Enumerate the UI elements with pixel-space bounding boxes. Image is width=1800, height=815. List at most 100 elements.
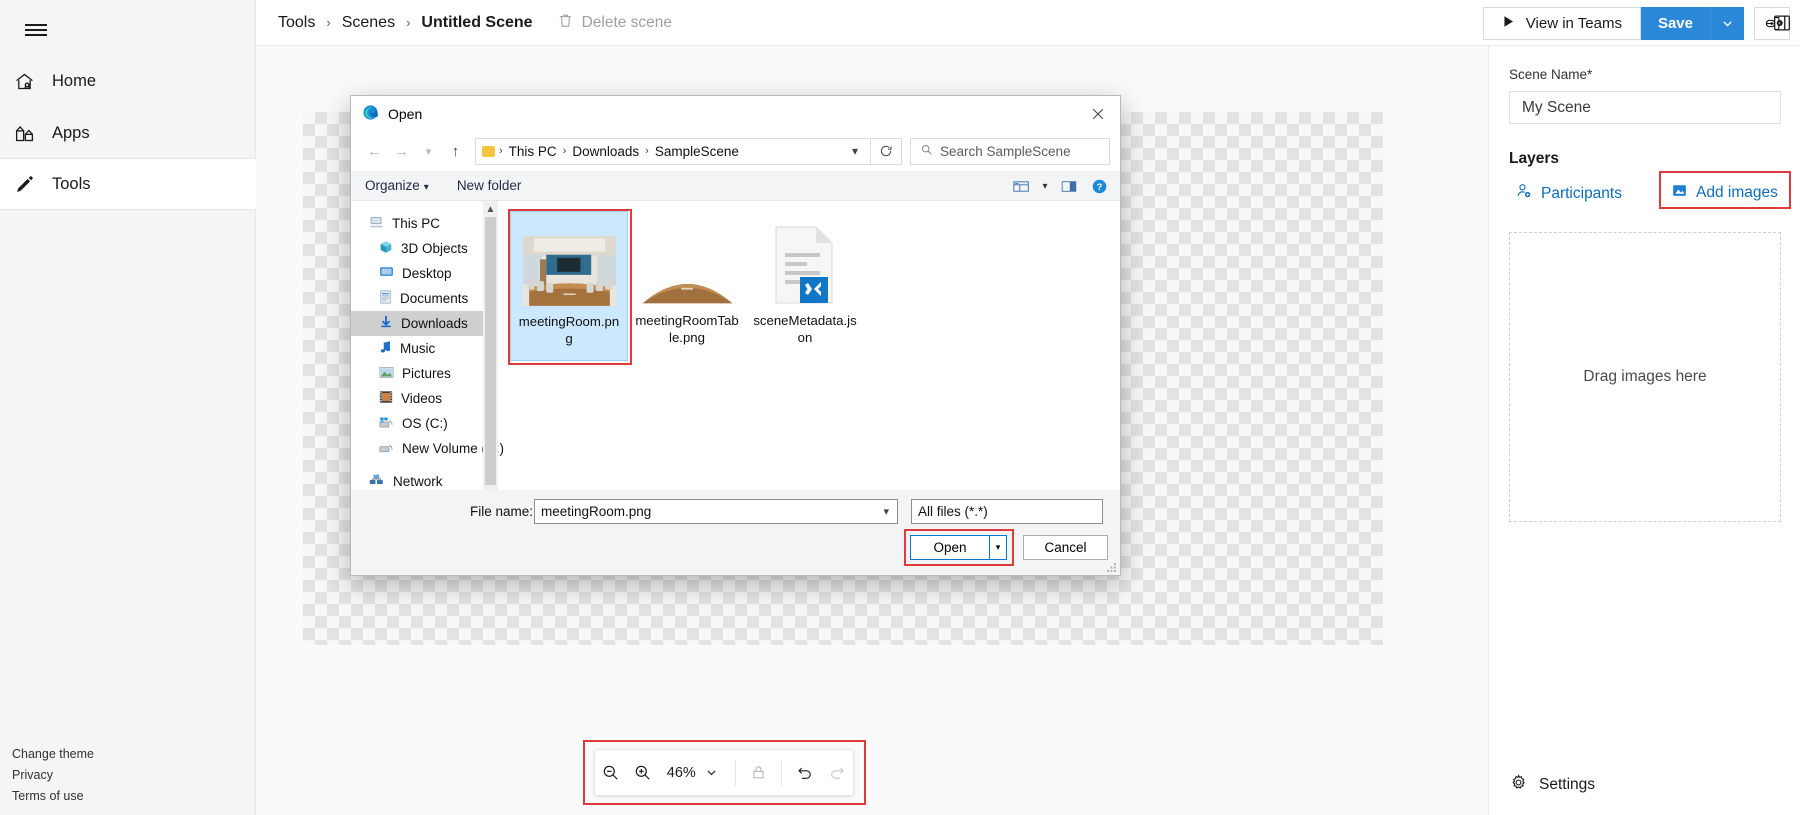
scroll-up-icon[interactable]: ▲ [486,201,496,217]
terms-of-use-link[interactable]: Terms of use [12,786,94,807]
layers-actions: Participants Add images [1489,178,1800,214]
image-dropzone[interactable]: Drag images here [1509,232,1781,522]
view-in-teams-button[interactable]: View in Teams [1483,7,1641,40]
view-chevron-down-icon[interactable]: ▾ [1038,174,1052,198]
drive-icon [379,441,394,457]
tree-item-downloads[interactable]: Downloads [351,311,498,336]
open-dropdown-caret-icon[interactable]: ▾ [990,535,1007,560]
file-item-meetingroomtable-png[interactable]: meetingRoomTable.png [628,211,746,361]
breadcrumb-scenes[interactable]: Scenes [342,14,395,32]
tree-item-desktop[interactable]: Desktop [351,261,498,286]
cancel-button[interactable]: Cancel [1023,535,1108,560]
tree-item-music[interactable]: Music [351,336,498,361]
view-layout-icon[interactable] [1008,174,1034,198]
this-pc-icon [369,215,384,232]
file-type-select[interactable]: All files (*.*) [911,499,1103,524]
tree-item-label: Desktop [402,266,452,281]
right-panel: Scene Name* Layers Participants [1488,46,1800,815]
top-bar-actions: View in Teams Save [1483,0,1800,46]
arrow-left-icon[interactable]: ← [361,138,388,165]
folder-icon [482,146,495,157]
preview-pane-icon[interactable] [1056,174,1082,198]
file-type-value: All files (*.*) [918,504,988,519]
search-input[interactable]: Search SampleScene [910,138,1110,165]
search-placeholder: Search SampleScene [940,144,1071,159]
add-images-button[interactable]: Add images [1671,182,1778,204]
privacy-link[interactable]: Privacy [12,765,94,786]
redo-icon[interactable] [821,754,853,792]
sidebar-item-tools[interactable]: Tools [0,158,256,210]
tree-item-label: This PC [392,216,440,231]
tree-item-label: Documents [400,291,468,306]
add-images-label: Add images [1696,184,1778,202]
address-bar[interactable]: › This PC › Downloads › SampleScene ▾ [475,138,871,165]
file-name-label: meetingRoom.png [516,313,622,347]
save-dropdown-chevron-down-icon[interactable] [1710,7,1744,40]
dropzone-label: Drag images here [1583,368,1706,386]
file-item-meetingroom-png[interactable]: meetingRoom.png [510,211,628,361]
sidebar-item-apps[interactable]: Apps [0,107,256,159]
undo-icon[interactable] [789,754,821,792]
toolbar-divider [781,760,782,786]
address-segment-this-pc[interactable]: This PC [509,144,557,159]
participants-button[interactable]: Participants [1515,182,1622,205]
scrollbar-thumb[interactable] [485,217,496,485]
toolbar-divider [735,760,736,786]
arrow-up-icon[interactable]: ↑ [442,138,469,165]
refresh-icon[interactable] [871,138,902,165]
tree-item-3d-objects[interactable]: 3D Objects [351,236,498,261]
dialog-toolbar: Organize▾ New folder ▾ [351,171,1120,201]
save-button[interactable]: Save [1641,7,1710,40]
top-bar: Tools › Scenes › Untitled Scene Delete s… [256,0,1800,46]
arrow-right-icon[interactable]: → [388,138,415,165]
tree-scrollbar[interactable]: ▲ ▼ [483,201,498,490]
open-button[interactable]: Open [910,535,990,560]
collapse-panel-icon[interactable] [1764,0,1800,46]
zoom-in-icon[interactable] [627,754,659,792]
new-folder-button[interactable]: New folder [457,178,522,193]
music-icon [379,340,392,357]
app-root: Home Apps Tools Change theme Privac [0,0,1800,815]
tree-item-os-c[interactable]: OS (C:) [351,411,498,436]
tree-item-videos[interactable]: Videos [351,386,498,411]
tree-item-label: 3D Objects [401,241,468,256]
file-open-dialog: Open ← → ▾ ↑ › This PC › Downloads › Sam… [350,95,1121,576]
address-segment-downloads[interactable]: Downloads [572,144,639,159]
tree-item-pictures[interactable]: Pictures [351,361,498,386]
dialog-footer: File name: meetingRoom.png ▾ All files (… [351,490,1120,575]
close-icon[interactable] [1075,96,1120,131]
file-name-chevron-down-icon[interactable]: ▾ [883,505,897,518]
recent-locations-chevron-down-icon[interactable]: ▾ [415,138,442,165]
zoom-out-icon[interactable] [595,754,627,792]
resize-grip[interactable] [1105,561,1117,573]
tree-item-this-pc[interactable]: This PC [351,211,498,236]
change-theme-link[interactable]: Change theme [12,744,94,765]
breadcrumb-tools[interactable]: Tools [278,14,315,32]
address-segment-samplescene[interactable]: SampleScene [655,144,739,159]
sidebar-item-home[interactable]: Home [0,55,256,107]
sidebar-item-label: Home [52,72,96,91]
settings-label: Settings [1539,776,1595,794]
tree-item-new-volume-d[interactable]: New Volume (D:) [351,436,498,461]
lock-icon[interactable] [743,754,775,792]
desktop-icon [379,265,394,282]
settings-button[interactable]: Settings [1509,773,1595,797]
tree-item-documents[interactable]: Documents [351,286,498,311]
open-label: Open [933,540,966,555]
delete-scene-button[interactable]: Delete scene [557,12,672,34]
sidebar-item-label: Apps [52,124,90,143]
scene-name-input[interactable] [1509,91,1781,124]
hamburger-menu-icon[interactable] [12,6,60,54]
file-name-input[interactable]: meetingRoom.png ▾ [534,499,898,524]
gear-icon [1509,773,1528,797]
help-icon[interactable]: ? [1086,174,1112,198]
file-list[interactable]: meetingRoom.png meetingRoomTable.png [498,201,1120,490]
address-chevron-down-icon[interactable]: ▾ [844,144,866,158]
breadcrumb-separator: › [326,15,330,30]
participants-label: Participants [1541,185,1622,203]
dialog-title-bar[interactable]: Open [351,96,1120,131]
file-item-scenemetadata-json[interactable]: sceneMetadata.json [746,211,864,361]
documents-icon [379,290,392,307]
organize-button[interactable]: Organize▾ [365,178,429,193]
zoom-level-chevron-down-icon[interactable] [696,754,728,792]
